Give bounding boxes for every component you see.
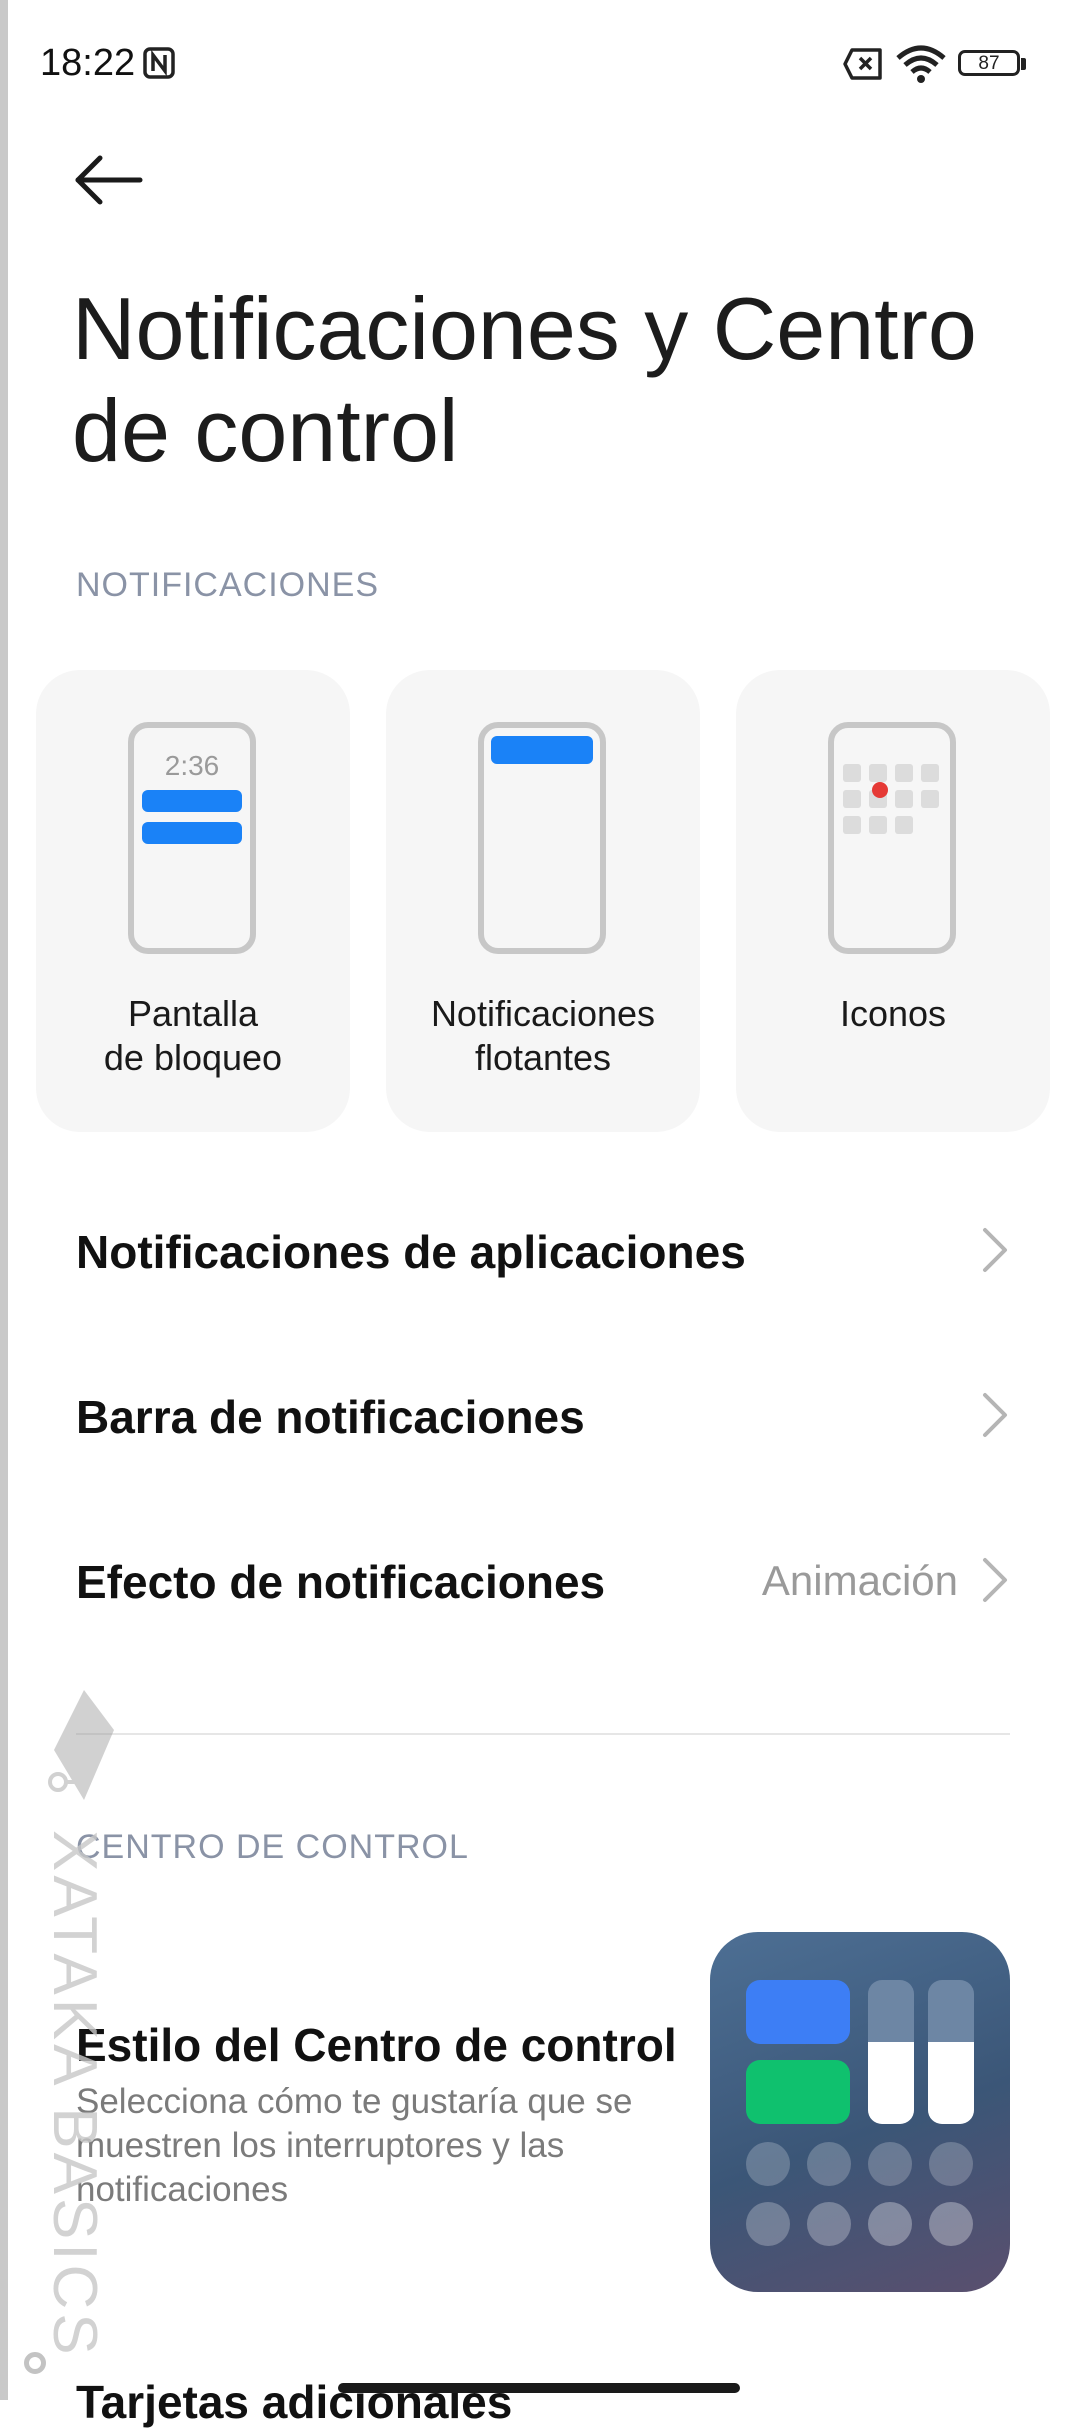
lock-screen-preview: 2:36 (128, 722, 256, 954)
back-button[interactable] (70, 145, 150, 215)
floating-notification-preview (478, 722, 606, 954)
row-notification-bar[interactable]: Barra de notificaciones (76, 1350, 1010, 1480)
row-notification-effect[interactable]: Efecto de notificaciones Animación (76, 1515, 1010, 1645)
status-bar: 18:22 87 (0, 0, 1080, 130)
card-label: Pantalla de bloqueo (103, 993, 283, 1078)
notification-dot-icon (872, 782, 888, 798)
home-indicator[interactable] (338, 2383, 740, 2393)
chevron-right-icon (983, 1558, 1007, 1602)
row-title: Barra de notificaciones (76, 1391, 585, 1443)
control-center-preview (710, 1932, 1010, 2292)
chevron-right-icon (983, 1393, 1007, 1437)
status-time: 18:22 (40, 42, 136, 84)
row-value: Animación (761, 1557, 958, 1604)
page-title: Notificaciones y Centro de control (72, 279, 977, 480)
row-app-notifications[interactable]: Notificaciones de aplicaciones (76, 1185, 1010, 1315)
section-divider (76, 1733, 1010, 1735)
battery-level: 87 (978, 53, 1000, 74)
preview-clock: 2:36 (164, 750, 220, 781)
card-floating-notifications[interactable]: Notificaciones flotantes (386, 670, 700, 1132)
watermark-text: XATAKA BASICS (40, 1830, 109, 2359)
card-lock-screen[interactable]: 2:36 Pantalla de bloqueo (36, 670, 350, 1132)
nfc-icon (143, 47, 175, 79)
section-header-centro-de-control: CENTRO DE CONTROL (76, 1828, 469, 1866)
card-icons[interactable]: Iconos (736, 670, 1050, 1132)
xataka-logo-icon (48, 1690, 114, 1800)
row-title: Notificaciones de aplicaciones (76, 1226, 746, 1278)
section-header-notificaciones: NOTIFICACIONES (76, 566, 380, 604)
battery-icon: 87 (958, 50, 1028, 80)
sim-off-icon (843, 48, 882, 80)
row-title: Efecto de notificaciones (76, 1556, 606, 1608)
icons-preview (828, 722, 956, 954)
card-label: Notificaciones flotantes (430, 993, 656, 1078)
control-center-style-description: Selecciona cómo te gustaría que se muest… (76, 2082, 633, 2209)
wifi-icon (896, 45, 946, 83)
watermark-dot (24, 2352, 46, 2374)
chevron-right-icon (983, 1228, 1007, 1272)
card-label: Iconos (839, 993, 947, 1034)
arrow-left-icon (75, 155, 143, 205)
control-center-style-title: Estilo del Centro de control (76, 2019, 677, 2071)
